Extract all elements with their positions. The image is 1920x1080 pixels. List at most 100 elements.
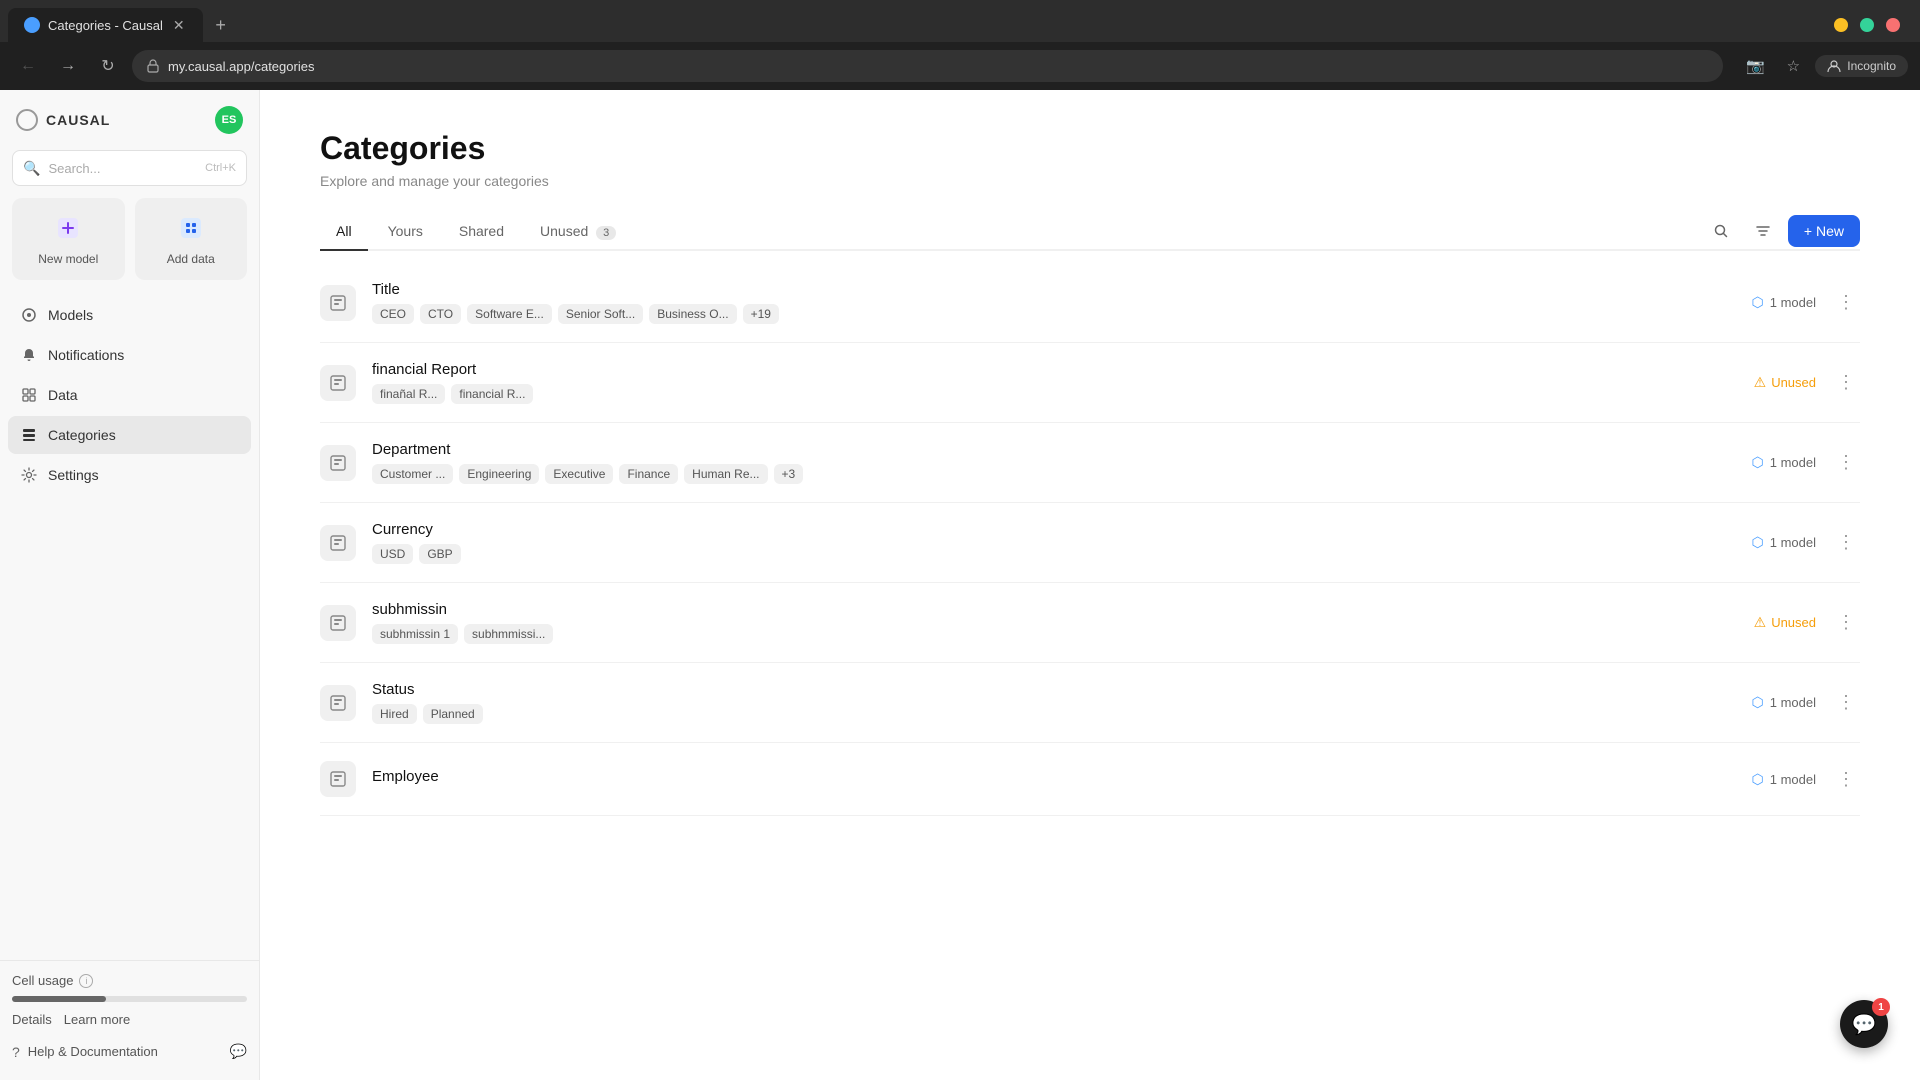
details-link[interactable]: Details (12, 1012, 52, 1027)
cell-usage-progress-fill (12, 996, 106, 1002)
search-placeholder: Search... (48, 161, 197, 176)
tag: Customer ... (372, 464, 453, 484)
new-model-label: New model (38, 252, 98, 266)
search-button[interactable] (1704, 214, 1738, 248)
browser-chrome: Categories - Causal ✕ + ← → ↻ my.causal.… (0, 0, 1920, 90)
more-options-button[interactable]: ⋮ (1832, 449, 1860, 477)
sidebar-item-data[interactable]: Data (8, 376, 251, 414)
page-subtitle: Explore and manage your categories (320, 173, 1860, 189)
category-tags: CEO CTO Software E... Senior Soft... Bus… (372, 304, 1736, 324)
tab-shared[interactable]: Shared (443, 213, 520, 251)
more-options-button[interactable]: ⋮ (1832, 529, 1860, 557)
category-row-status[interactable]: Status Hired Planned ⬡ 1 model ⋮ (320, 663, 1860, 743)
tag: Engineering (459, 464, 539, 484)
toolbar-right: + New (1704, 214, 1860, 248)
data-icon (20, 386, 38, 404)
new-button-label: + New (1804, 223, 1844, 239)
chat-icon: 💬 (1852, 1012, 1877, 1037)
category-row-employee[interactable]: Employee ⬡ 1 model ⋮ (320, 743, 1860, 816)
browser-tabs: Categories - Causal ✕ + (0, 0, 1920, 42)
warning-icon: ⚠ (1754, 374, 1767, 391)
window-close-button[interactable] (1886, 18, 1900, 32)
sidebar-header: CAUSAL ES (0, 90, 259, 150)
help-text: Help & Documentation (28, 1044, 158, 1059)
cell-usage-label: Cell usage i (12, 973, 247, 988)
new-tab-button[interactable]: + (207, 11, 235, 39)
reload-button[interactable]: ↻ (92, 50, 124, 82)
help-row[interactable]: ? Help & Documentation 💬 (12, 1035, 247, 1068)
bookmark-icon[interactable]: ☆ (1777, 50, 1809, 82)
categories-label: Categories (48, 427, 116, 443)
app-container: CAUSAL ES 🔍 Search... Ctrl+K New model A… (0, 90, 1920, 1080)
chat-notification-badge: 1 (1872, 998, 1890, 1016)
page-title: Categories (320, 130, 1860, 167)
incognito-badge[interactable]: Incognito (1815, 55, 1908, 77)
logo-text: CAUSAL (46, 112, 110, 128)
new-category-button[interactable]: + New (1788, 215, 1860, 247)
unused-badge: ⚠ Unused (1754, 614, 1816, 631)
category-meta: ⚠ Unused (1754, 374, 1816, 391)
tag: Hired (372, 704, 417, 724)
forward-button[interactable]: → (52, 50, 84, 82)
unused-count-badge: 3 (596, 226, 616, 240)
tag: subhmissin 1 (372, 624, 458, 644)
category-icon (320, 365, 356, 401)
sidebar-item-models[interactable]: Models (8, 296, 251, 334)
info-icon[interactable]: i (79, 974, 93, 988)
category-meta: ⬡ 1 model (1752, 294, 1816, 311)
window-maximize-button[interactable] (1860, 18, 1874, 32)
category-row-department[interactable]: Department Customer ... Engineering Exec… (320, 423, 1860, 503)
category-info: subhmissin subhmissin 1 subhmmissi... (372, 601, 1738, 644)
model-icon: ⬡ (1752, 454, 1764, 471)
category-icon (320, 685, 356, 721)
search-icon: 🔍 (23, 160, 40, 177)
more-options-button[interactable]: ⋮ (1832, 765, 1860, 793)
category-icon (320, 605, 356, 641)
add-data-button[interactable]: Add data (135, 198, 248, 280)
new-model-button[interactable]: New model (12, 198, 125, 280)
sidebar-item-notifications[interactable]: Notifications (8, 336, 251, 374)
category-row-currency[interactable]: Currency USD GBP ⬡ 1 model ⋮ (320, 503, 1860, 583)
more-options-button[interactable]: ⋮ (1832, 689, 1860, 717)
sidebar-item-categories[interactable]: Categories (8, 416, 251, 454)
more-options-button[interactable]: ⋮ (1832, 369, 1860, 397)
category-row-subhmissin[interactable]: subhmissin subhmissin 1 subhmmissi... ⚠ … (320, 583, 1860, 663)
category-info: Currency USD GBP (372, 521, 1736, 564)
window-minimize-button[interactable] (1834, 18, 1848, 32)
avatar[interactable]: ES (215, 106, 243, 134)
model-count: ⬡ 1 model (1752, 771, 1816, 788)
chat-button[interactable]: 💬 1 (1840, 1000, 1888, 1048)
tag: finañal R... (372, 384, 445, 404)
category-name: Currency (372, 521, 1736, 538)
logo-circle (16, 109, 38, 131)
back-button[interactable]: ← (12, 50, 44, 82)
category-name: financial Report (372, 361, 1738, 378)
tag: Finance (619, 464, 678, 484)
category-meta: ⬡ 1 model (1752, 694, 1816, 711)
nav-section: Models Notifications Data Categories (0, 296, 259, 960)
tabs: All Yours Shared Unused 3 (320, 213, 632, 249)
active-tab[interactable]: Categories - Causal ✕ (8, 8, 203, 42)
tab-yours[interactable]: Yours (372, 213, 439, 251)
filter-button[interactable] (1746, 214, 1780, 248)
tab-close-button[interactable]: ✕ (171, 15, 187, 36)
camera-icon[interactable]: 📷 (1739, 50, 1771, 82)
category-name: Employee (372, 768, 1736, 785)
search-bar[interactable]: 🔍 Search... Ctrl+K (12, 150, 247, 186)
tab-favicon (24, 17, 40, 33)
category-tags: Hired Planned (372, 704, 1736, 724)
more-options-button[interactable]: ⋮ (1832, 609, 1860, 637)
category-row-financial-report[interactable]: financial Report finañal R... financial … (320, 343, 1860, 423)
category-info: Status Hired Planned (372, 681, 1736, 724)
category-info: Title CEO CTO Software E... Senior Soft.… (372, 281, 1736, 324)
address-bar[interactable]: my.causal.app/categories (132, 50, 1723, 82)
category-icon (320, 761, 356, 797)
category-row-title[interactable]: Title CEO CTO Software E... Senior Soft.… (320, 263, 1860, 343)
tab-all[interactable]: All (320, 213, 368, 251)
add-data-icon (175, 212, 207, 244)
learn-more-link[interactable]: Learn more (64, 1012, 130, 1027)
more-options-button[interactable]: ⋮ (1832, 289, 1860, 317)
category-meta: ⬡ 1 model (1752, 534, 1816, 551)
tab-unused[interactable]: Unused 3 (524, 213, 632, 251)
sidebar-item-settings[interactable]: Settings (8, 456, 251, 494)
